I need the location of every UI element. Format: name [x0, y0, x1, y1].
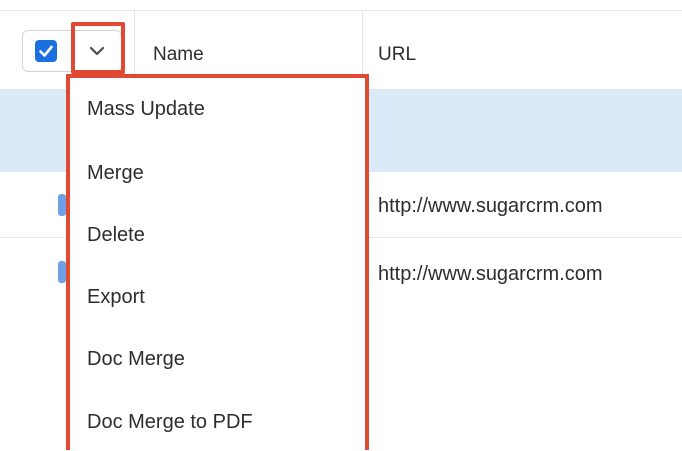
menu-item-merge[interactable]: Merge: [70, 144, 365, 202]
column-header-name[interactable]: Name: [153, 44, 204, 66]
column-header-url[interactable]: URL: [378, 44, 416, 66]
menu-item-doc-merge-pdf[interactable]: Doc Merge to PDF: [70, 393, 365, 451]
mass-actions-dropdown: Mass Update Merge Delete Export Doc Merg…: [66, 74, 369, 450]
checkmark-icon: [39, 45, 53, 57]
row-url[interactable]: http://www.sugarcrm.com: [378, 262, 603, 286]
select-all-checkbox[interactable]: [35, 40, 57, 62]
table-top-border: [0, 10, 682, 11]
dropdown-menu: Mass Update Merge Delete Export Doc Merg…: [70, 78, 365, 450]
menu-item-delete[interactable]: Delete: [70, 206, 365, 264]
row-url[interactable]: http://www.sugarcrm.com: [378, 194, 603, 218]
menu-item-export[interactable]: Export: [70, 268, 365, 326]
menu-item-mass-update[interactable]: Mass Update: [70, 80, 365, 138]
toggle-highlight-box: [71, 22, 125, 74]
row-checkbox[interactable]: [58, 261, 66, 283]
row-checkbox[interactable]: [58, 194, 66, 216]
menu-item-doc-merge[interactable]: Doc Merge: [70, 330, 365, 388]
